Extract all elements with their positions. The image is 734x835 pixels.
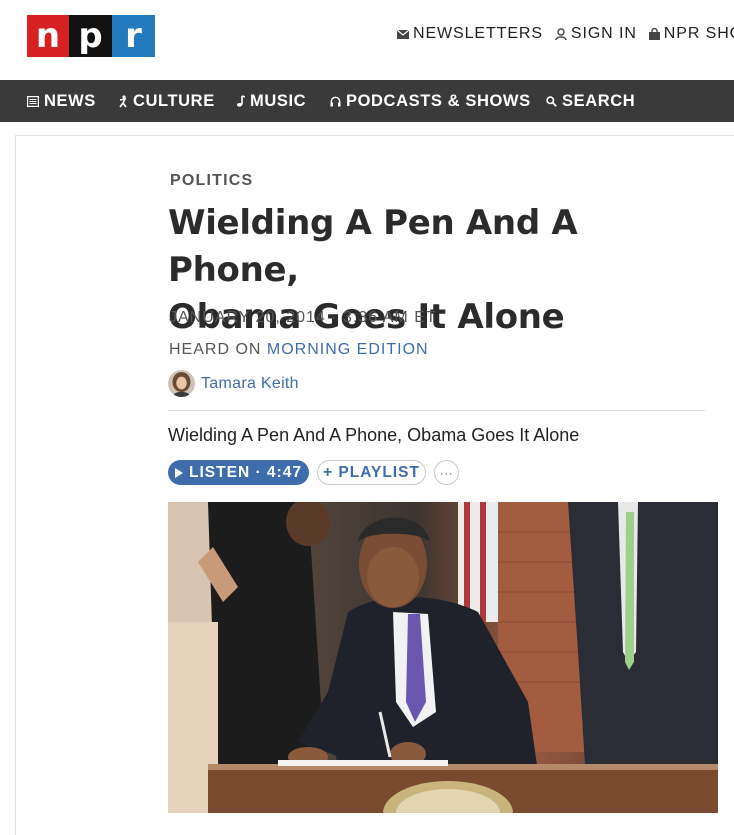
article-dateline: JANUARY 20, 2014 · 3:36 AM ET: [169, 309, 437, 326]
mail-icon: [397, 29, 409, 39]
section-slug[interactable]: POLITICS: [170, 172, 253, 190]
bag-icon: [648, 28, 660, 40]
nav-search[interactable]: SEARCH: [546, 80, 635, 122]
utility-nav: NEWSLETTERS SIGN IN NPR SHOP: [397, 25, 734, 43]
nav-search-label: SEARCH: [562, 91, 636, 110]
nav-culture-label: CULTURE: [133, 91, 215, 110]
npr-shop-label: NPR SHOP: [663, 25, 734, 42]
listen-label: LISTEN · 4:47: [189, 463, 302, 481]
headline-line-1: Wielding A Pen And A Phone,: [168, 203, 578, 290]
byline: Tamara Keith: [168, 370, 299, 397]
search-icon: [546, 95, 557, 107]
npr-shop-link[interactable]: NPR SHOP: [648, 25, 734, 43]
sign-in-label: SIGN IN: [570, 25, 637, 42]
site-header: n p r NEWSLETTERS SIGN IN NPR SHOP: [0, 0, 734, 80]
nav-music[interactable]: MUSIC: [236, 80, 306, 122]
logo-letter-n: n: [27, 15, 69, 57]
divider: [168, 410, 705, 411]
sign-in-link[interactable]: SIGN IN: [555, 25, 637, 43]
culture-icon: [119, 94, 127, 107]
more-options-button[interactable]: ···: [434, 460, 459, 485]
music-note-icon: [236, 95, 245, 107]
nav-culture[interactable]: CULTURE: [118, 80, 215, 122]
user-icon: [555, 27, 567, 40]
logo-letter-p: p: [69, 15, 112, 57]
news-icon: [27, 95, 39, 107]
audio-title: Wielding A Pen And A Phone, Obama Goes I…: [168, 425, 580, 445]
lead-photo[interactable]: [168, 502, 718, 813]
nav-podcasts-label: PODCASTS & SHOWS: [346, 91, 531, 110]
add-to-playlist-button[interactable]: + PLAYLIST: [317, 460, 426, 485]
author-name-link[interactable]: Tamara Keith: [201, 375, 299, 393]
heard-on-prefix: HEARD ON: [169, 341, 262, 358]
newsletters-link[interactable]: NEWSLETTERS: [397, 25, 543, 43]
author-avatar[interactable]: [168, 370, 195, 397]
newsletters-label: NEWSLETTERS: [413, 25, 543, 42]
logo-letter-r: r: [112, 15, 155, 57]
nav-news[interactable]: NEWS: [27, 80, 96, 122]
play-icon: [175, 467, 184, 478]
program-link[interactable]: MORNING EDITION: [267, 341, 429, 358]
listen-button[interactable]: LISTEN · 4:47: [168, 460, 309, 485]
npr-logo[interactable]: n p r: [27, 15, 155, 57]
headphones-icon: [330, 96, 341, 106]
nav-podcasts[interactable]: PODCASTS & SHOWS: [330, 80, 531, 122]
main-nav: NEWS CULTURE MUSIC PODCASTS & SHOWS SEAR…: [0, 80, 734, 122]
heard-on: HEARD ON MORNING EDITION: [169, 341, 429, 359]
nav-news-label: NEWS: [44, 91, 96, 110]
nav-music-label: MUSIC: [250, 91, 307, 110]
